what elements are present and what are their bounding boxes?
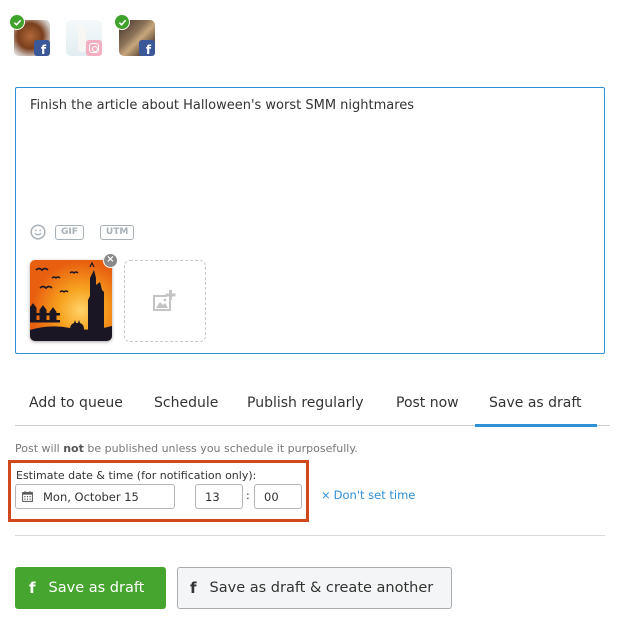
minute-input[interactable]: 00 bbox=[254, 484, 302, 509]
dont-set-time-link[interactable]: × Don't set time bbox=[321, 488, 415, 502]
media-list: × bbox=[30, 253, 206, 342]
estimate-datetime-section: Estimate date & time (for notification o… bbox=[8, 460, 309, 522]
checkmark-icon bbox=[114, 14, 130, 30]
media-thumbnail[interactable]: × bbox=[30, 253, 118, 341]
post-text[interactable]: Finish the article about Halloween's wor… bbox=[30, 98, 414, 113]
draft-notice: Post will not be published unless you sc… bbox=[15, 442, 358, 455]
utm-button[interactable]: UTM bbox=[99, 224, 135, 240]
post-composer[interactable]: Finish the article about Halloween's wor… bbox=[15, 87, 605, 354]
remove-media-button[interactable]: × bbox=[103, 253, 118, 268]
date-value: Mon, October 15 bbox=[43, 489, 139, 504]
save-draft-and-create-another-label: Save as draft & create another bbox=[209, 580, 434, 596]
save-as-draft-button[interactable]: f Save as draft bbox=[15, 567, 166, 609]
add-media-button[interactable] bbox=[124, 260, 206, 342]
instagram-icon bbox=[86, 40, 102, 56]
hour-input[interactable]: 13 bbox=[195, 484, 243, 509]
facebook-icon: f bbox=[34, 40, 50, 56]
add-image-icon bbox=[153, 290, 176, 311]
facebook-icon: f bbox=[139, 40, 155, 56]
time-separator: : bbox=[246, 489, 250, 502]
composer-toolbar: GIF UTM bbox=[30, 224, 135, 240]
halloween-image bbox=[30, 260, 112, 341]
facebook-icon: f bbox=[190, 579, 197, 597]
close-icon: × bbox=[321, 488, 331, 502]
tab-save-as-draft[interactable]: Save as draft bbox=[475, 385, 597, 427]
publish-mode-tabs: Add to queue Schedule Publish regularly … bbox=[15, 385, 610, 427]
facebook-icon: f bbox=[29, 579, 36, 597]
notice-emphasis: not bbox=[63, 442, 84, 455]
notice-text-before: Post will bbox=[15, 442, 64, 455]
save-draft-and-create-another-button[interactable]: f Save as draft & create another bbox=[177, 567, 452, 609]
tab-add-to-queue[interactable]: Add to queue bbox=[29, 385, 123, 425]
calendar-icon bbox=[22, 491, 33, 502]
checkmark-icon bbox=[9, 14, 25, 30]
account-avatar-1[interactable]: f bbox=[9, 14, 50, 56]
tab-post-now[interactable]: Post now bbox=[396, 385, 459, 425]
tab-schedule[interactable]: Schedule bbox=[154, 385, 218, 425]
account-avatar-3[interactable]: f bbox=[114, 14, 155, 56]
divider bbox=[15, 535, 605, 536]
smiley-icon[interactable] bbox=[30, 224, 46, 240]
account-avatar-2[interactable] bbox=[66, 20, 102, 56]
estimate-label: Estimate date & time (for notification o… bbox=[16, 469, 257, 482]
notice-text-after: be published unless you schedule it purp… bbox=[83, 442, 358, 455]
dont-set-time-label: Don't set time bbox=[333, 488, 416, 502]
save-as-draft-label: Save as draft bbox=[48, 580, 145, 596]
tab-publish-regularly[interactable]: Publish regularly bbox=[247, 385, 364, 425]
gif-button[interactable]: GIF bbox=[55, 224, 84, 240]
date-picker-input[interactable]: Mon, October 15 bbox=[15, 484, 175, 509]
